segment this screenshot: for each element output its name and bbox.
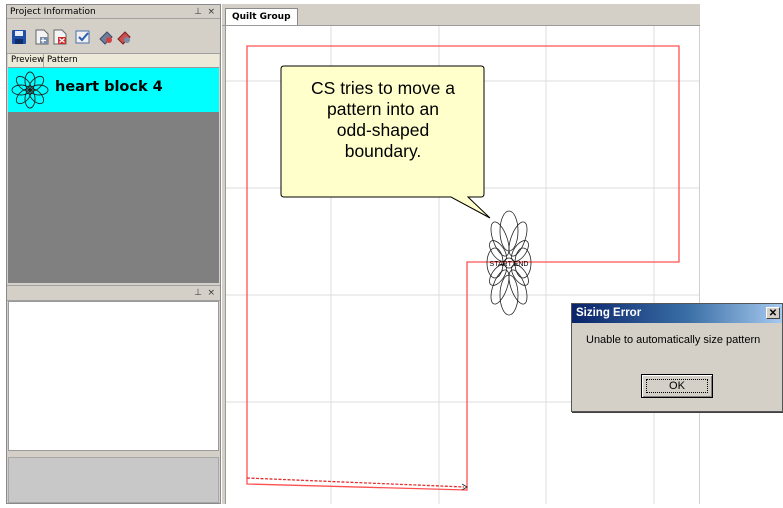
column-header-preview[interactable]: Preview [8,54,44,67]
quilt-add-icon[interactable] [98,29,114,45]
dialog-title-bar[interactable]: Sizing Error ✕ [572,304,782,323]
callout-line-3: odd-shaped [337,120,429,140]
callout: CS tries to move a pattern into an odd-s… [280,65,491,219]
start-end-marker: START END [490,261,529,268]
sizing-error-dialog: Sizing Error ✕ Unable to automatically s… [571,303,783,412]
pattern-grid-header: Preview Pattern [8,54,219,68]
tab-quilt-group[interactable]: Quilt Group [225,8,298,25]
stitch-arrow-icon [461,483,468,491]
save-icon[interactable] [11,29,27,45]
close-icon[interactable]: × [207,286,215,300]
quilt-workspace: Quilt Group CS tries to move a pattern i… [222,4,700,504]
dialog-title: Sizing Error [576,307,642,319]
pin-icon[interactable]: ⊥ [194,5,202,19]
callout-line-4: boundary. [345,141,422,161]
panel-title-bar: Project Information ⊥ × [7,5,220,19]
tab-strip: Quilt Group [222,4,700,26]
ok-button[interactable]: OK [641,374,713,398]
project-information-panel: Project Information ⊥ × Preview Pattern … [6,4,221,504]
secondary-panel-content [8,301,219,451]
secondary-panel-footer [8,457,219,503]
pattern-list: heart block 4 [8,68,219,283]
pattern-motif[interactable]: START END [486,210,532,316]
stitch-path [246,477,465,488]
column-header-pattern[interactable]: Pattern [44,54,219,67]
dialog-message: Unable to automatically size pattern [586,334,761,346]
pin-icon[interactable]: ⊥ [194,286,202,300]
check-pattern-icon[interactable] [75,29,91,45]
panel-toolbar [7,20,220,54]
quilt-remove-icon[interactable] [116,29,132,45]
callout-line-2: pattern into an [327,99,439,119]
remove-pattern-icon[interactable] [52,29,68,45]
pattern-name: heart block 4 [55,79,163,95]
pattern-row[interactable]: heart block 4 [8,68,219,112]
secondary-panel-title-bar: ⊥ × [7,285,220,301]
close-icon[interactable]: ✕ [766,307,780,319]
add-pattern-icon[interactable] [34,29,50,45]
panel-title: Project Information [10,7,96,17]
canvas-drawing: CS tries to move a pattern into an odd-s… [226,26,699,504]
callout-line-1: CS tries to move a [311,78,455,98]
pattern-thumbnail [11,71,49,109]
close-icon[interactable]: × [207,5,215,19]
quilt-canvas[interactable]: CS tries to move a pattern into an odd-s… [225,26,699,504]
